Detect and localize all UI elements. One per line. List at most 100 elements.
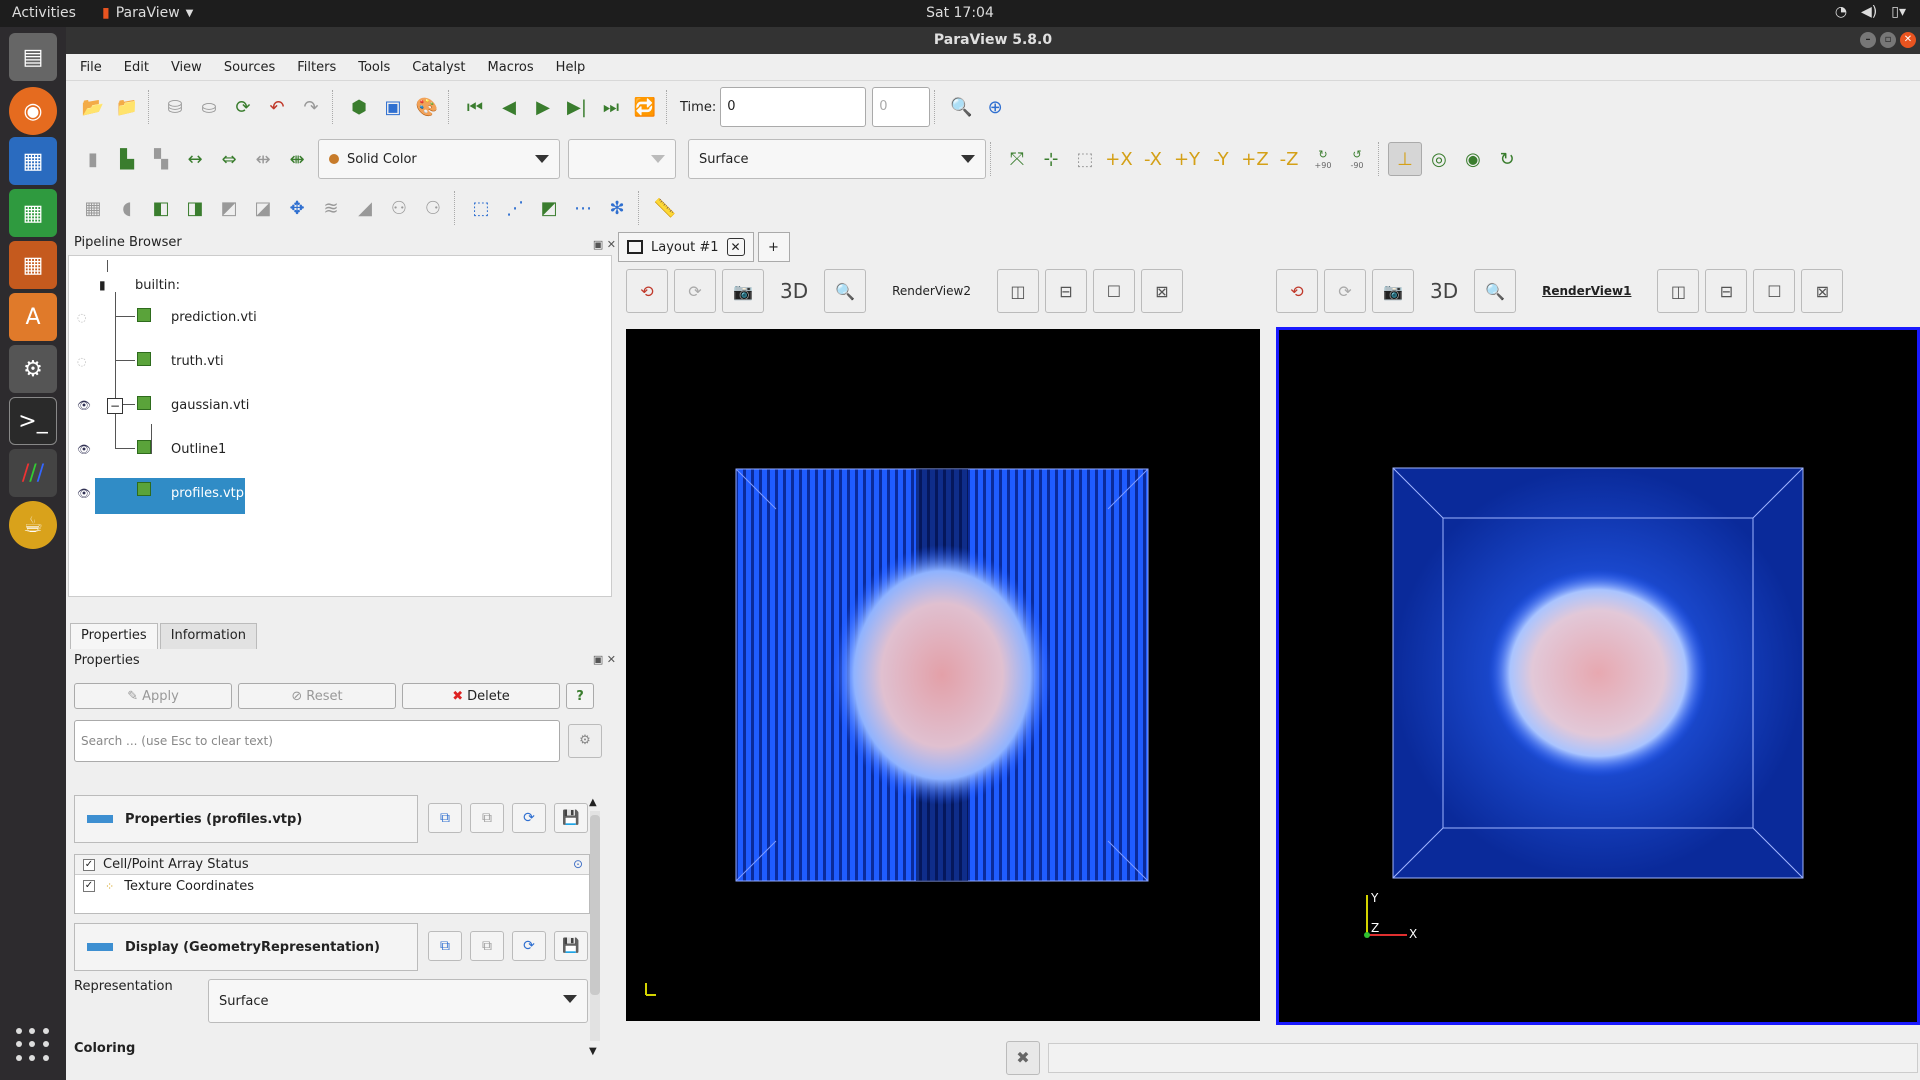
- scroll-down-icon[interactable]: ▼: [589, 1046, 597, 1057]
- split-horizontal-icon[interactable]: ◫: [1657, 269, 1700, 313]
- apply-button[interactable]: ✎ Apply: [74, 683, 232, 709]
- files-icon[interactable]: ▤: [9, 33, 57, 81]
- activities-button[interactable]: Activities: [12, 5, 76, 21]
- eye-visible-icon[interactable]: 👁: [77, 399, 91, 412]
- open-folder-icon[interactable]: 📂: [76, 90, 110, 124]
- interactive-select-icon[interactable]: 🔍: [1474, 269, 1517, 313]
- save-state-icon[interactable]: 📁: [110, 90, 144, 124]
- restore-defaults-icon[interactable]: ⟳: [512, 931, 546, 961]
- timestep-spinbox[interactable]: 0: [872, 87, 931, 127]
- advanced-gear-icon[interactable]: ⚙: [568, 724, 602, 758]
- mode-3d-button[interactable]: 3D: [1420, 279, 1468, 303]
- loop-icon[interactable]: 🔁: [628, 90, 662, 124]
- menu-sources[interactable]: Sources: [224, 60, 275, 75]
- calculator-icon[interactable]: ▦: [76, 191, 110, 225]
- section-display[interactable]: Display (GeometryRepresentation): [74, 923, 418, 971]
- connect-icon[interactable]: ⛁: [158, 90, 192, 124]
- render-view-1-canvas[interactable]: Y Z X: [1279, 330, 1917, 1022]
- zoom-to-data-icon[interactable]: ⊕: [978, 90, 1012, 124]
- save-defaults-icon[interactable]: 💾: [554, 803, 588, 833]
- software-center-icon[interactable]: A: [9, 293, 57, 341]
- pipeline-item-truth[interactable]: ◌ truth.vti: [69, 346, 609, 376]
- menu-catalyst[interactable]: Catalyst: [412, 60, 465, 75]
- menu-file[interactable]: File: [80, 60, 102, 75]
- undock-icon[interactable]: ▣: [593, 238, 603, 251]
- threshold-icon[interactable]: ◩: [212, 191, 246, 225]
- previous-frame-icon[interactable]: ◀: [492, 90, 526, 124]
- array-row-checkbox[interactable]: ✓: [83, 880, 95, 892]
- tab-layout-1[interactable]: Layout #1 ✕: [618, 232, 754, 262]
- minimize-icon[interactable]: –: [1860, 32, 1876, 48]
- capture-screenshot-icon[interactable]: 📷: [722, 269, 764, 313]
- show-center-icon[interactable]: ⊥: [1388, 142, 1422, 176]
- plot-selection-icon[interactable]: ⋯: [566, 191, 600, 225]
- help-button[interactable]: ?: [566, 683, 594, 709]
- eye-visible-icon[interactable]: 👁: [77, 487, 91, 500]
- rescale-temporal-icon[interactable]: ⇔: [212, 142, 246, 176]
- scroll-up-icon[interactable]: ▲: [589, 797, 597, 808]
- menu-help[interactable]: Help: [556, 60, 586, 75]
- find-data-icon[interactable]: 🔍: [944, 90, 978, 124]
- reset-button[interactable]: ⊘ Reset: [238, 683, 396, 709]
- system-tray[interactable]: ◔ ◀) ▯▾: [1835, 4, 1906, 20]
- zoom-to-box-icon[interactable]: ⊹: [1034, 142, 1068, 176]
- slice-icon[interactable]: ◨: [178, 191, 212, 225]
- reset-camera-closest-icon[interactable]: ⟲: [626, 269, 668, 313]
- python-shell-icon[interactable]: ⬢: [342, 90, 376, 124]
- add-layout-button[interactable]: +: [757, 232, 790, 262]
- delete-button[interactable]: ✖ Delete: [402, 683, 560, 709]
- stream-tracer-icon[interactable]: ≋: [314, 191, 348, 225]
- settings-icon[interactable]: ⚙: [9, 345, 57, 393]
- pipeline-item-builtin[interactable]: ▮ builtin:: [69, 270, 609, 300]
- tab-properties[interactable]: Properties: [70, 623, 158, 649]
- coloring-combo[interactable]: Solid Color: [318, 139, 560, 179]
- terminal-icon[interactable]: >_: [9, 397, 57, 445]
- sort-icon[interactable]: ⊙: [573, 857, 583, 871]
- view-minus-z-icon[interactable]: -Z: [1272, 142, 1306, 176]
- pipeline-item-prediction[interactable]: ◌ prediction.vti: [69, 302, 609, 332]
- view-minus-y-icon[interactable]: -Y: [1204, 142, 1238, 176]
- view-plus-y-icon[interactable]: +Y: [1170, 142, 1204, 176]
- copy-icon[interactable]: ⧉: [428, 803, 462, 833]
- eye-hidden-icon[interactable]: ◌: [77, 311, 87, 324]
- pipeline-item-outline1[interactable]: 👁 Outline1: [69, 434, 609, 464]
- palette-icon[interactable]: 🎨: [410, 90, 444, 124]
- restore-defaults-icon[interactable]: ⟳: [512, 803, 546, 833]
- view-plus-x-icon[interactable]: +X: [1102, 142, 1136, 176]
- copy-icon[interactable]: ⧉: [428, 931, 462, 961]
- select-cells-icon[interactable]: ⬚: [464, 191, 498, 225]
- edit-color-map-icon[interactable]: ▙: [110, 142, 144, 176]
- time-input[interactable]: 0: [720, 87, 867, 127]
- warp-icon[interactable]: ◢: [348, 191, 382, 225]
- section-properties[interactable]: Properties (profiles.vtp): [74, 795, 418, 843]
- next-frame-icon[interactable]: ▶|: [560, 90, 594, 124]
- rotation-center-icon[interactable]: ↻: [1490, 142, 1524, 176]
- extract-selection-icon[interactable]: ◩: [532, 191, 566, 225]
- rescale-visible-icon[interactable]: ⇹: [246, 142, 280, 176]
- pipeline-browser[interactable]: ▮ builtin: ◌ prediction.vti ◌ truth.vti …: [68, 255, 612, 597]
- view-plus-z-icon[interactable]: +Z: [1238, 142, 1272, 176]
- firefox-icon[interactable]: ◉: [9, 87, 57, 135]
- ruler-icon[interactable]: 📏: [648, 191, 682, 225]
- mode-3d-button[interactable]: 3D: [770, 279, 818, 303]
- representation-combo[interactable]: Surface: [688, 139, 986, 179]
- glyph-icon[interactable]: ✥: [280, 191, 314, 225]
- pick-center-icon[interactable]: ◉: [1456, 142, 1490, 176]
- reset-range-icon[interactable]: ▚: [144, 142, 178, 176]
- representation-select[interactable]: Surface: [208, 979, 588, 1023]
- close-layout-icon[interactable]: ✕: [726, 238, 745, 256]
- calc-icon[interactable]: ▦: [9, 189, 57, 237]
- rescale-custom-icon[interactable]: ↔: [178, 142, 212, 176]
- show-applications-icon[interactable]: [16, 1028, 50, 1062]
- app-menu[interactable]: ▮ ParaView ▼: [102, 5, 193, 21]
- reset-center-icon[interactable]: ◎: [1422, 142, 1456, 176]
- impress-icon[interactable]: ▦: [9, 241, 57, 289]
- camera-undo-icon[interactable]: ⟳: [1324, 269, 1366, 313]
- split-vertical-icon[interactable]: ⊟: [1044, 269, 1087, 313]
- teapot-icon[interactable]: ☕: [9, 501, 57, 549]
- maximize-view-icon[interactable]: ☐: [1092, 269, 1135, 313]
- rotate-minus-90-icon[interactable]: ↺ -90: [1340, 142, 1374, 176]
- extract-level-icon[interactable]: ⚆: [416, 191, 450, 225]
- reset-camera-closest-icon[interactable]: ⟲: [1276, 269, 1318, 313]
- eye-visible-icon[interactable]: 👁: [77, 443, 91, 456]
